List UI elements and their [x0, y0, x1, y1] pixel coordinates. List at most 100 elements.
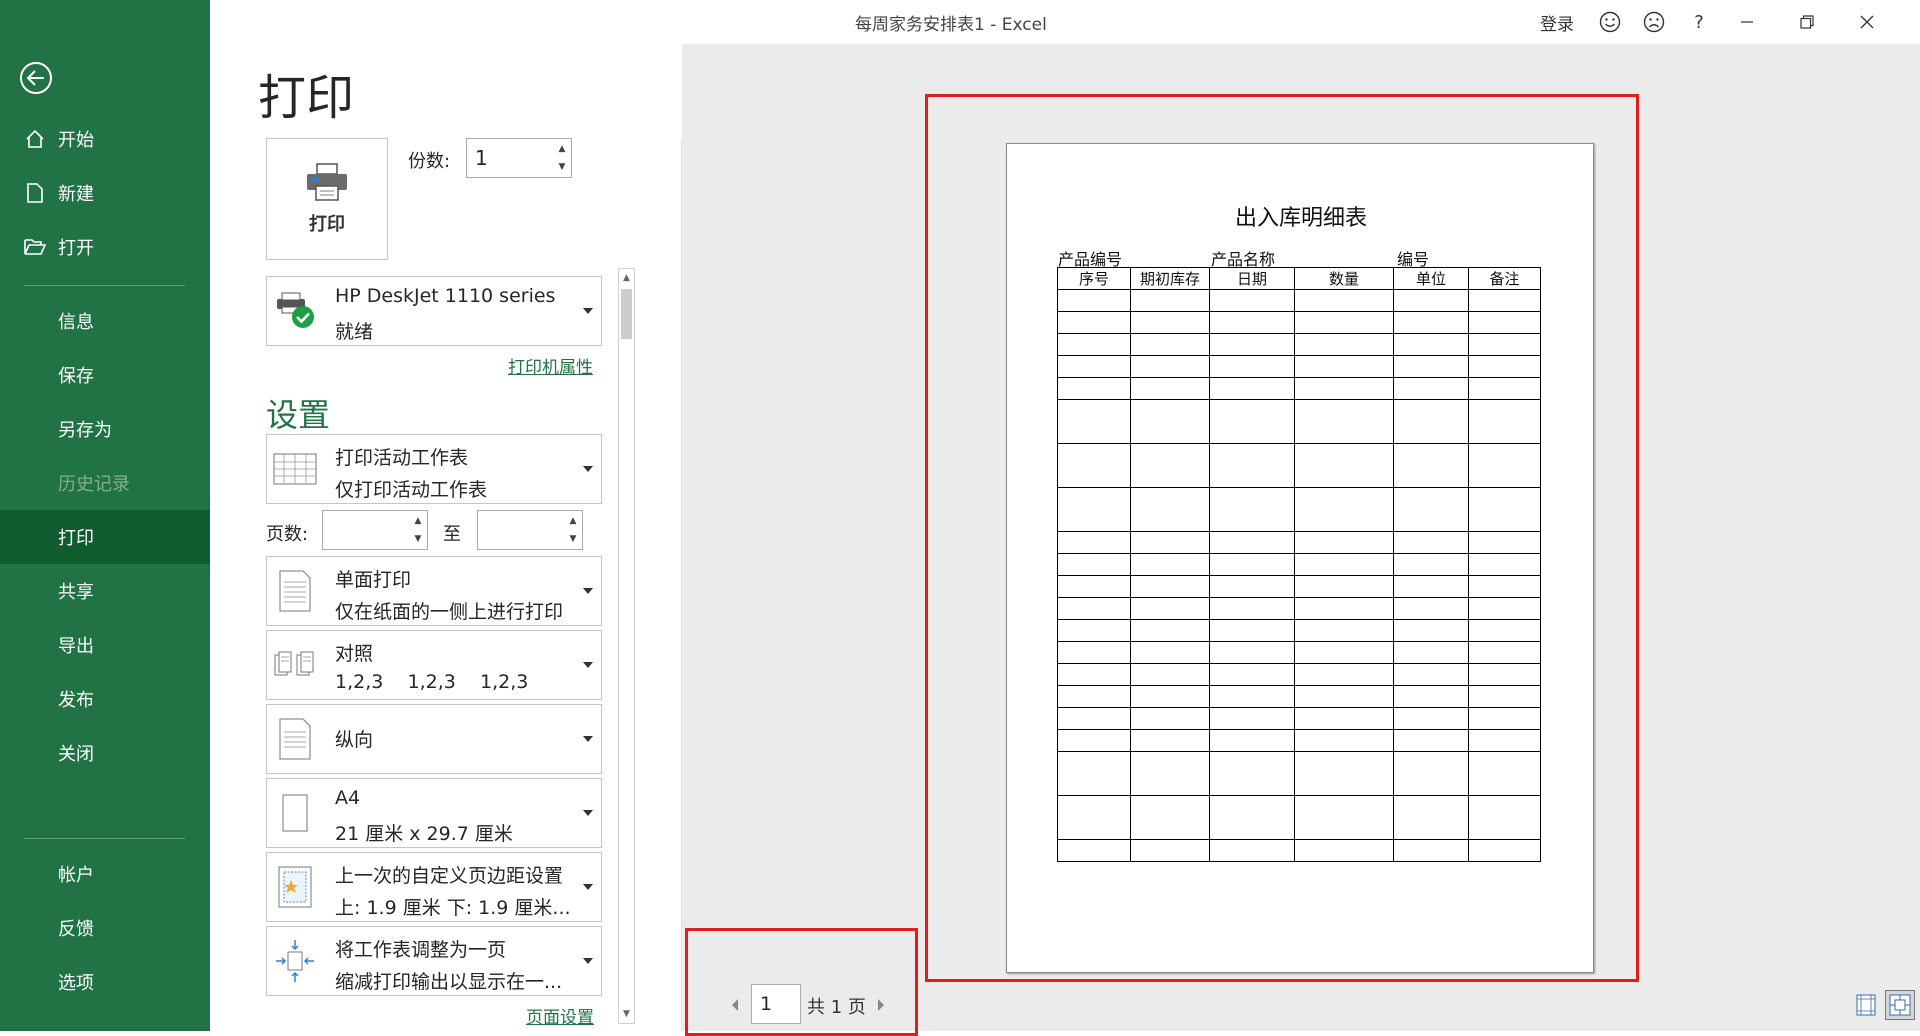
nav-separator	[24, 838, 185, 839]
frown-icon[interactable]	[1640, 8, 1668, 36]
paper-size-icon	[273, 791, 317, 835]
nav-account[interactable]: 帐户	[0, 847, 210, 901]
nav-share[interactable]: 共享	[0, 564, 210, 618]
table-cell	[1057, 311, 1131, 334]
margins-dropdown[interactable]: 上一次的自定义页边距设置 上: 1.9 厘米 下: 1.9 厘米...	[266, 852, 602, 922]
table-cell	[1393, 377, 1469, 400]
pages-to-increment-button[interactable]: ▲	[566, 512, 580, 530]
print-button[interactable]: 打印	[266, 138, 388, 260]
nav-open[interactable]: 打开	[0, 220, 210, 274]
page-setup-link[interactable]: 页面设置	[526, 1003, 594, 1028]
table-cell	[1209, 707, 1295, 730]
printer-properties-link[interactable]: 打印机属性	[508, 353, 593, 378]
nav-print[interactable]: 打印	[0, 510, 210, 564]
print-button-label: 打印	[309, 214, 345, 235]
nav-new[interactable]: 新建	[0, 166, 210, 220]
nav-home[interactable]: 开始	[0, 112, 210, 166]
table-body	[1057, 289, 1541, 862]
chevron-down-icon	[583, 736, 593, 742]
nav-home-label: 开始	[58, 130, 94, 151]
table-cell	[1468, 685, 1541, 708]
scroll-thumb[interactable]	[621, 289, 632, 339]
table-cell	[1209, 377, 1295, 400]
collate-dropdown[interactable]: 对照 1,2,3 1,2,3 1,2,3	[266, 630, 602, 700]
table-cell	[1057, 685, 1131, 708]
pages-from-decrement-button[interactable]: ▼	[411, 530, 425, 548]
chevron-down-icon	[583, 308, 593, 314]
table-cell	[1468, 839, 1541, 862]
chevron-down-icon	[583, 662, 593, 668]
table-cell	[1294, 377, 1394, 400]
margins-desc: 上: 1.9 厘米 下: 1.9 厘米...	[335, 897, 571, 919]
close-icon[interactable]	[1853, 8, 1881, 36]
scroll-up-button[interactable]: ▲	[619, 269, 634, 287]
pages-from-stepper[interactable]: ▲ ▼	[322, 510, 428, 550]
orientation-dropdown[interactable]: 纵向	[266, 704, 602, 774]
nav-new-label: 新建	[58, 184, 94, 205]
nav-close[interactable]: 关闭	[0, 726, 210, 780]
table-cell	[1130, 311, 1210, 334]
table-row	[1057, 707, 1541, 730]
table-cell	[1209, 839, 1295, 862]
back-button[interactable]	[20, 62, 52, 94]
table-cell	[1393, 487, 1469, 532]
table-cell	[1393, 311, 1469, 334]
nav-publish[interactable]: 发布	[0, 672, 210, 726]
table-cell	[1468, 553, 1541, 576]
table-cell	[1393, 399, 1469, 444]
copies-increment-button[interactable]: ▲	[555, 140, 569, 158]
current-page-input[interactable]: 1	[751, 984, 801, 1024]
nav-feedback[interactable]: 反馈	[0, 901, 210, 955]
table-cell	[1130, 575, 1210, 598]
zoom-to-page-button[interactable]	[1885, 990, 1915, 1020]
copies-decrement-button[interactable]: ▼	[555, 158, 569, 176]
scroll-down-button[interactable]: ▼	[619, 1005, 634, 1023]
table-cell	[1130, 619, 1210, 642]
nav-save-as[interactable]: 另存为	[0, 402, 210, 456]
nav-info[interactable]: 信息	[0, 294, 210, 348]
custom-margins-icon	[273, 865, 317, 909]
pages-to-stepper[interactable]: ▲ ▼	[477, 510, 583, 550]
next-page-button[interactable]	[873, 992, 889, 1018]
nav-export[interactable]: 导出	[0, 618, 210, 672]
pages-from-increment-button[interactable]: ▲	[411, 512, 425, 530]
help-icon[interactable]: ?	[1685, 8, 1713, 36]
table-cell	[1294, 597, 1394, 620]
paper-size-dropdown[interactable]: A4 21 厘米 x 29.7 厘米	[266, 778, 602, 848]
table-row	[1057, 619, 1541, 642]
copies-stepper[interactable]: 1 ▲ ▼	[466, 138, 572, 178]
table-cell	[1130, 729, 1210, 752]
table-cell	[1209, 531, 1295, 554]
print-sides-desc: 仅在纸面的一侧上进行打印	[335, 601, 564, 623]
table-cell	[1468, 597, 1541, 620]
pages-to-decrement-button[interactable]: ▼	[566, 530, 580, 548]
previous-page-button[interactable]	[727, 992, 743, 1018]
table-cell	[1468, 355, 1541, 378]
table-cell	[1294, 289, 1394, 312]
smile-icon[interactable]	[1596, 8, 1624, 36]
print-sides-dropdown[interactable]: 单面打印 仅在纸面的一侧上进行打印	[266, 556, 602, 626]
restore-icon[interactable]	[1793, 8, 1821, 36]
nav-options[interactable]: 选项	[0, 955, 210, 1009]
sign-in-link[interactable]: 登录	[1540, 10, 1574, 35]
table-header: 日期	[1209, 267, 1295, 290]
nav-publish-label: 发布	[58, 690, 94, 711]
table-cell	[1130, 685, 1210, 708]
table-cell	[1130, 641, 1210, 664]
scaling-dropdown[interactable]: 将工作表调整为一页 缩减打印输出以显示在一...	[266, 926, 602, 996]
title-bar: 每周家务安排表1 - Excel 登录 ?	[210, 0, 1920, 44]
table-cell	[1468, 751, 1541, 796]
chevron-down-icon	[583, 810, 593, 816]
table-cell	[1130, 289, 1210, 312]
table-header: 单位	[1393, 267, 1469, 290]
minimize-icon[interactable]	[1733, 8, 1761, 36]
show-margins-button[interactable]	[1853, 992, 1879, 1018]
printer-dropdown[interactable]: HP DeskJet 1110 series 就绪	[266, 276, 602, 346]
table-cell	[1057, 377, 1131, 400]
nav-save[interactable]: 保存	[0, 348, 210, 402]
settings-scrollbar[interactable]: ▲ ▼	[618, 268, 635, 1024]
table-row	[1057, 333, 1541, 356]
collate-title: 对照	[335, 643, 374, 665]
table-cell	[1468, 289, 1541, 312]
print-scope-dropdown[interactable]: 打印活动工作表 仅打印活动工作表	[266, 434, 602, 504]
